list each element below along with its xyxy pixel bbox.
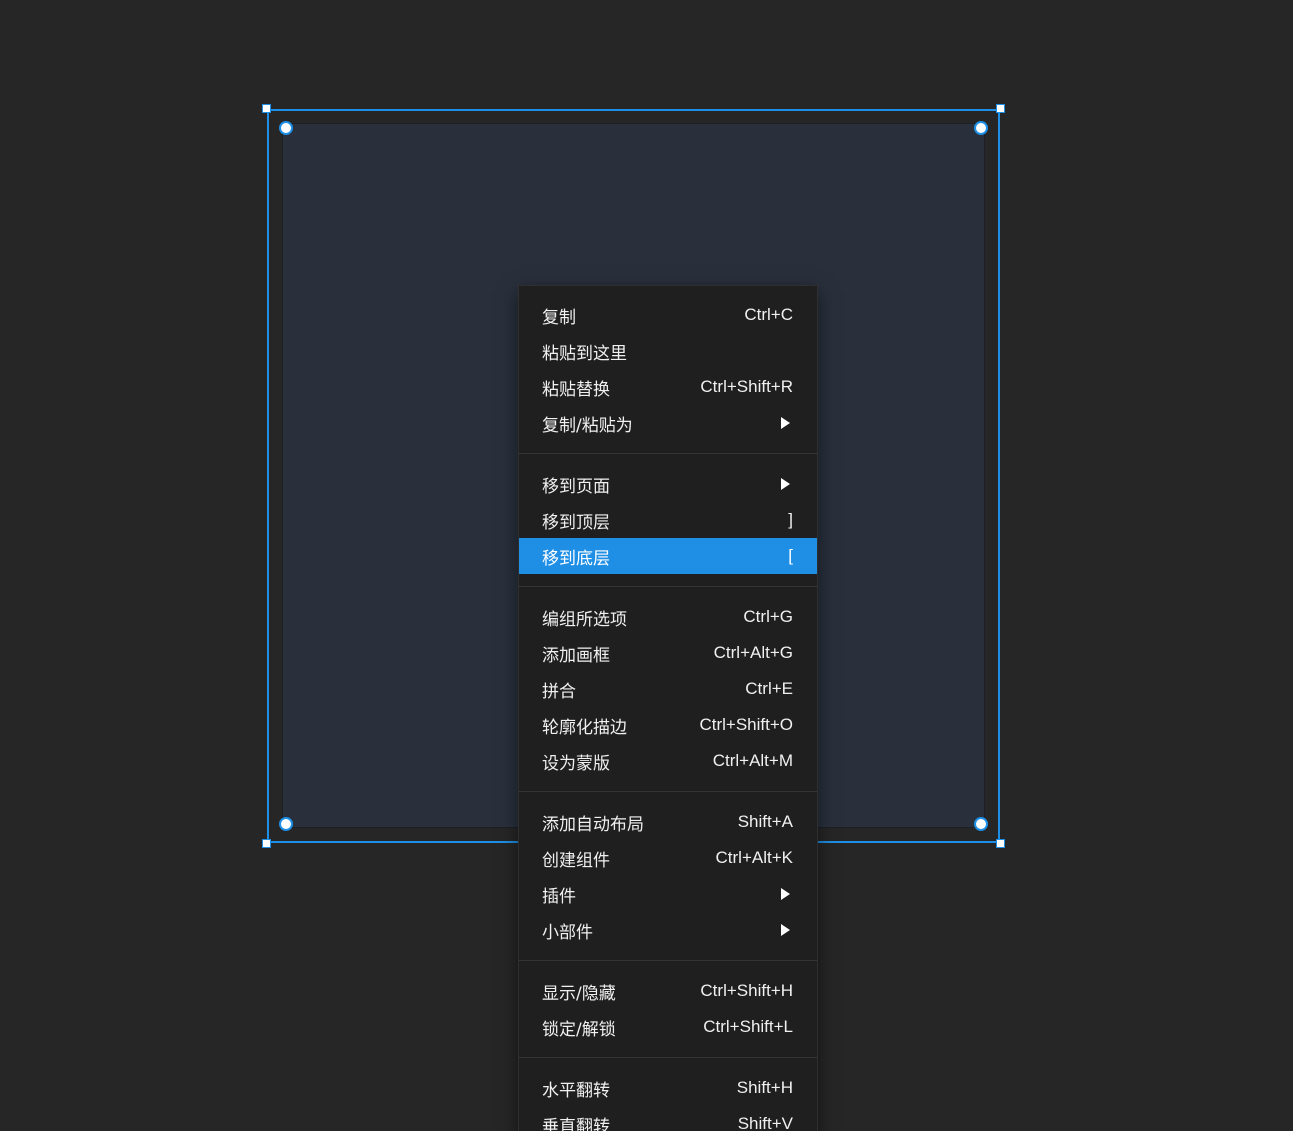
menu-divider	[519, 586, 817, 587]
chevron-right-icon	[781, 888, 790, 900]
menu-item-label: 水平翻转	[542, 1080, 610, 1101]
menu-item-label: 添加自动布局	[542, 814, 644, 835]
menu-group: 水平翻转 Shift+H 垂直翻转 Shift+V	[519, 1070, 817, 1131]
menu-item[interactable]: 小部件	[519, 912, 817, 948]
menu-group: 复制 Ctrl+C 粘贴到这里粘贴替换 Ctrl+Shift+R 复制/粘贴为	[519, 297, 817, 441]
menu-item-label: 移到底层	[542, 548, 610, 569]
menu-item-label: 轮廓化描边	[542, 717, 627, 738]
menu-item-shortcut: Shift+H	[736, 1078, 793, 1097]
menu-divider	[519, 960, 817, 961]
menu-item[interactable]: 粘贴替换 Ctrl+Shift+R	[519, 369, 817, 405]
corner-radius-handle-bottom-right[interactable]	[974, 817, 988, 831]
menu-item[interactable]: 添加画框 Ctrl+Alt+G	[519, 635, 817, 671]
menu-item-shortcut: Ctrl+Shift+H	[700, 981, 793, 1000]
menu-item-label: 粘贴替换	[542, 379, 610, 400]
menu-divider	[519, 791, 817, 792]
resize-handle-top-left[interactable]	[262, 104, 271, 113]
menu-divider	[519, 453, 817, 454]
menu-item-shortcut: [	[788, 546, 793, 565]
menu-item[interactable]: 粘贴到这里	[519, 333, 817, 369]
menu-item[interactable]: 水平翻转 Shift+H	[519, 1070, 817, 1106]
menu-item-label: 复制	[542, 307, 576, 328]
menu-item-label: 拼合	[542, 681, 576, 702]
menu-group: 添加自动布局 Shift+A 创建组件 Ctrl+Alt+K 插件小部件	[519, 804, 817, 948]
menu-item-shortcut: Ctrl+Alt+K	[715, 848, 793, 867]
menu-item[interactable]: 移到页面	[519, 466, 817, 502]
menu-item-label: 垂直翻转	[542, 1116, 610, 1131]
menu-item-shortcut: Ctrl+G	[743, 607, 793, 626]
menu-item-label: 编组所选项	[542, 609, 627, 630]
menu-item-label: 移到页面	[542, 476, 610, 497]
menu-item[interactable]: 移到顶层]	[519, 502, 817, 538]
menu-item-label: 插件	[542, 886, 576, 907]
menu-item[interactable]: 创建组件 Ctrl+Alt+K	[519, 840, 817, 876]
menu-item-label: 添加画框	[542, 645, 610, 666]
corner-radius-handle-bottom-left[interactable]	[279, 817, 293, 831]
resize-handle-bottom-right[interactable]	[996, 839, 1005, 848]
chevron-right-icon	[781, 417, 790, 429]
menu-item[interactable]: 复制/粘贴为	[519, 405, 817, 441]
menu-item[interactable]: 显示/隐藏 Ctrl+Shift+H	[519, 973, 817, 1009]
menu-item[interactable]: 编组所选项 Ctrl+G	[519, 599, 817, 635]
corner-radius-handle-top-right[interactable]	[974, 121, 988, 135]
menu-item-shortcut: Ctrl+Alt+G	[713, 643, 793, 662]
menu-item-shortcut: Shift+V	[737, 1114, 793, 1131]
menu-item-label: 小部件	[542, 922, 593, 943]
menu-item[interactable]: 轮廓化描边 Ctrl+Shift+O	[519, 707, 817, 743]
menu-group: 编组所选项 Ctrl+G 添加画框 Ctrl+Alt+G 拼合 Ctrl+E 轮廓化描边 Ct…	[519, 599, 817, 779]
menu-item[interactable]: 添加自动布局 Shift+A	[519, 804, 817, 840]
menu-item-label: 粘贴到这里	[542, 343, 627, 364]
menu-item-shortcut: Ctrl+Alt+M	[712, 751, 793, 770]
menu-item[interactable]: 设为蒙版 Ctrl+Alt+M	[519, 743, 817, 779]
corner-radius-handle-top-left[interactable]	[279, 121, 293, 135]
menu-item-shortcut: Ctrl+Shift+R	[700, 377, 793, 396]
chevron-right-icon	[781, 478, 790, 490]
resize-handle-bottom-left[interactable]	[262, 839, 271, 848]
menu-item[interactable]: 垂直翻转 Shift+V	[519, 1106, 817, 1131]
chevron-right-icon	[781, 924, 790, 936]
menu-divider	[519, 1057, 817, 1058]
resize-handle-top-right[interactable]	[996, 104, 1005, 113]
menu-item-shortcut: Ctrl+Shift+O	[699, 715, 793, 734]
menu-item-label: 显示/隐藏	[542, 983, 616, 1004]
menu-item[interactable]: 移到底层 [	[519, 538, 817, 574]
menu-item-label: 锁定/解锁	[542, 1019, 616, 1040]
menu-group: 移到页面移到顶层] 移到底层 [	[519, 466, 817, 574]
menu-group: 显示/隐藏 Ctrl+Shift+H 锁定/解锁 Ctrl+Shift+L	[519, 973, 817, 1045]
menu-item-shortcut: Ctrl+Shift+L	[703, 1017, 793, 1036]
menu-item-label: 设为蒙版	[542, 753, 610, 774]
menu-item[interactable]: 插件	[519, 876, 817, 912]
menu-item[interactable]: 复制 Ctrl+C	[519, 297, 817, 333]
menu-item-label: 复制/粘贴为	[542, 415, 633, 436]
menu-item[interactable]: 锁定/解锁 Ctrl+Shift+L	[519, 1009, 817, 1045]
menu-item-shortcut: Ctrl+C	[744, 305, 793, 324]
design-canvas[interactable]: 复制 Ctrl+C 粘贴到这里 粘贴替换 Ctrl+Shift+R 复制/粘贴为 移到页面移…	[0, 0, 1293, 1131]
menu-item-shortcut: Shift+A	[737, 812, 793, 831]
context-menu: 复制 Ctrl+C 粘贴到这里 粘贴替换 Ctrl+Shift+R 复制/粘贴为 移到页面移…	[518, 285, 818, 1131]
menu-item-shortcut: ]	[788, 510, 793, 529]
menu-item-label: 创建组件	[542, 850, 610, 871]
menu-item-shortcut: Ctrl+E	[745, 679, 793, 698]
menu-item-label: 移到顶层	[542, 512, 610, 533]
menu-item[interactable]: 拼合 Ctrl+E	[519, 671, 817, 707]
